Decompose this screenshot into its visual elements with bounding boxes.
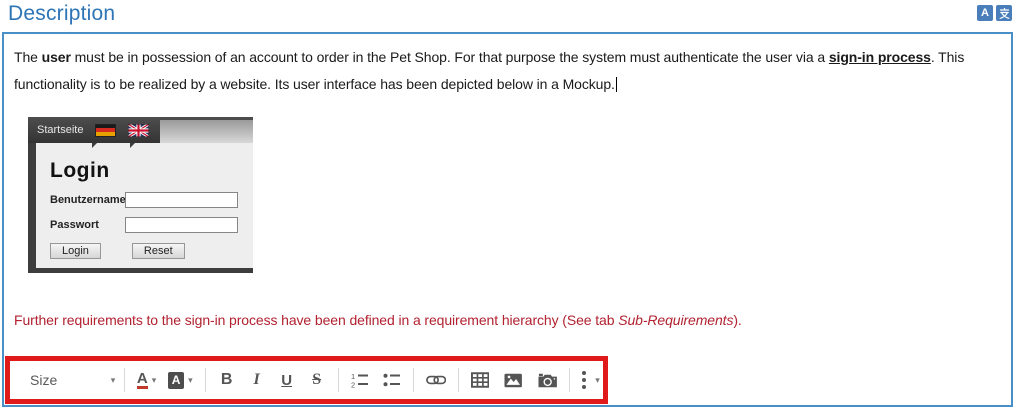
camera-icon (538, 373, 557, 388)
toolbar-separator (205, 368, 206, 392)
image-icon (504, 373, 522, 388)
bullet-list-icon (383, 372, 401, 388)
description-editor-panel: The user must be in possession of an acc… (2, 32, 1013, 407)
marker-triangle (130, 143, 135, 148)
toolbar-separator (413, 368, 414, 392)
paragraph-text: must be in possession of an account to o… (71, 49, 829, 65)
translate-a-icon[interactable]: A (977, 5, 993, 21)
table-icon (471, 372, 489, 388)
link-button[interactable] (423, 366, 449, 394)
strikethrough-icon: S (312, 371, 321, 389)
page-title: Description (8, 2, 115, 26)
translate-lang-icon[interactable] (996, 5, 1012, 21)
marker-triangle (30, 143, 35, 148)
note-text: Further requirements to the sign-in proc… (14, 312, 618, 328)
table-button[interactable] (468, 366, 492, 394)
text-color-icon: A (137, 372, 148, 389)
text-cursor (616, 77, 617, 92)
editor-toolbar: Size ▾ A ▾ A ▾ B I U S (10, 361, 603, 399)
background-color-button[interactable]: A ▾ (165, 366, 196, 394)
toolbar-separator (458, 368, 459, 392)
mockup-login-heading: Login (50, 159, 253, 183)
marker-triangle (92, 143, 97, 148)
font-size-combo[interactable]: Size ▾ (30, 372, 115, 388)
note-text: ). (733, 312, 741, 328)
description-paragraph: The user must be in possession of an acc… (14, 44, 999, 98)
mockup-reset-button: Reset (132, 243, 185, 259)
bold-icon: B (221, 371, 233, 389)
bold-button[interactable]: B (215, 366, 239, 394)
annotation-highlight-box: Size ▾ A ▾ A ▾ B I U S (5, 356, 608, 404)
mockup-login-button: Login (50, 243, 101, 259)
image-button[interactable] (501, 366, 525, 394)
further-requirements-note: Further requirements to the sign-in proc… (14, 312, 999, 328)
more-options-button[interactable]: ▾ (579, 366, 603, 394)
text-color-button[interactable]: A ▾ (134, 366, 159, 394)
underline-icon: U (281, 372, 292, 389)
mockup-content: Login Benutzername Passwort Login Reset (36, 143, 253, 268)
mockup-tab-startseite: Startseite (28, 124, 83, 136)
header-icon-group: A (977, 5, 1012, 21)
toolbar-separator (124, 368, 125, 392)
chevron-down-icon: ▾ (111, 375, 116, 386)
mockup-username-label: Benutzername (50, 194, 125, 206)
chevron-down-icon: ▾ (188, 375, 193, 386)
panel-header: Description A (0, 0, 1016, 32)
note-italic-sub-requirements: Sub-Requirements (618, 312, 733, 328)
uk-flag-icon (128, 124, 149, 137)
mockup-password-input (125, 217, 238, 233)
login-mockup-image[interactable]: Startseite (28, 117, 253, 273)
chevron-down-icon: ▾ (152, 375, 157, 386)
mockup-password-label: Passwort (50, 219, 125, 231)
svg-text:2: 2 (351, 381, 355, 389)
kebab-menu-icon (582, 371, 586, 389)
italic-icon: I (254, 371, 260, 389)
toolbar-separator (338, 368, 339, 392)
bold-underline-signin-process: sign-in process (829, 49, 931, 65)
chevron-down-icon: ▾ (595, 375, 600, 386)
underline-button[interactable]: U (275, 366, 299, 394)
strikethrough-button[interactable]: S (305, 366, 329, 394)
numbered-list-button[interactable]: 1 2 (348, 366, 372, 394)
paragraph-text: The (14, 49, 42, 65)
bold-word-user: user (42, 49, 71, 65)
description-page: Description A The user must be in posses… (0, 0, 1016, 409)
camera-button[interactable] (535, 366, 560, 394)
font-size-combo-label: Size (30, 372, 57, 388)
mockup-username-input (125, 192, 238, 208)
link-icon (426, 373, 446, 387)
rich-text-editor-area[interactable]: The user must be in possession of an acc… (4, 34, 1011, 405)
bullet-list-button[interactable] (380, 366, 404, 394)
mockup-tab-bar: Startseite (28, 117, 253, 143)
mockup-tabbar-fill (160, 120, 253, 143)
german-flag-icon (95, 124, 116, 137)
italic-button[interactable]: I (245, 366, 269, 394)
toolbar-separator (569, 368, 570, 392)
background-color-icon: A (168, 372, 184, 389)
numbered-list-icon: 1 2 (351, 372, 369, 388)
